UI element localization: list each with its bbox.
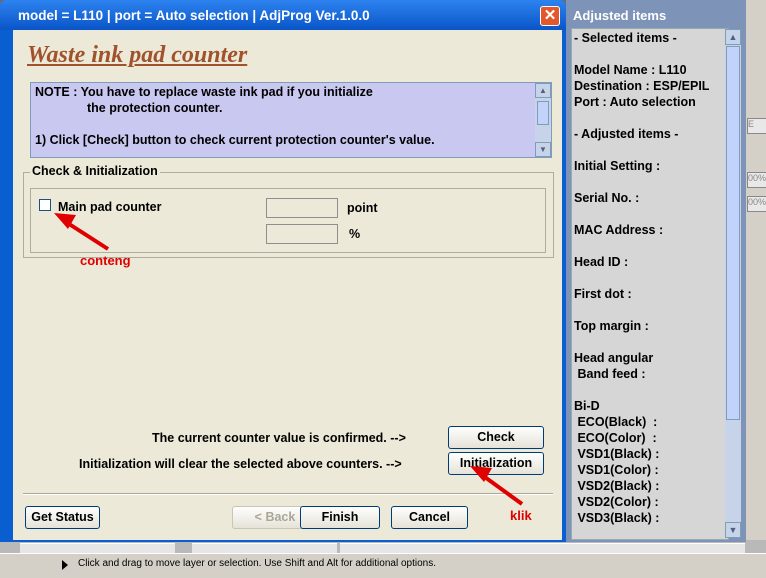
- annotation-arrows: [54, 213, 524, 506]
- red-arrow-icon: [470, 466, 524, 506]
- red-arrow-icon: [54, 213, 110, 251]
